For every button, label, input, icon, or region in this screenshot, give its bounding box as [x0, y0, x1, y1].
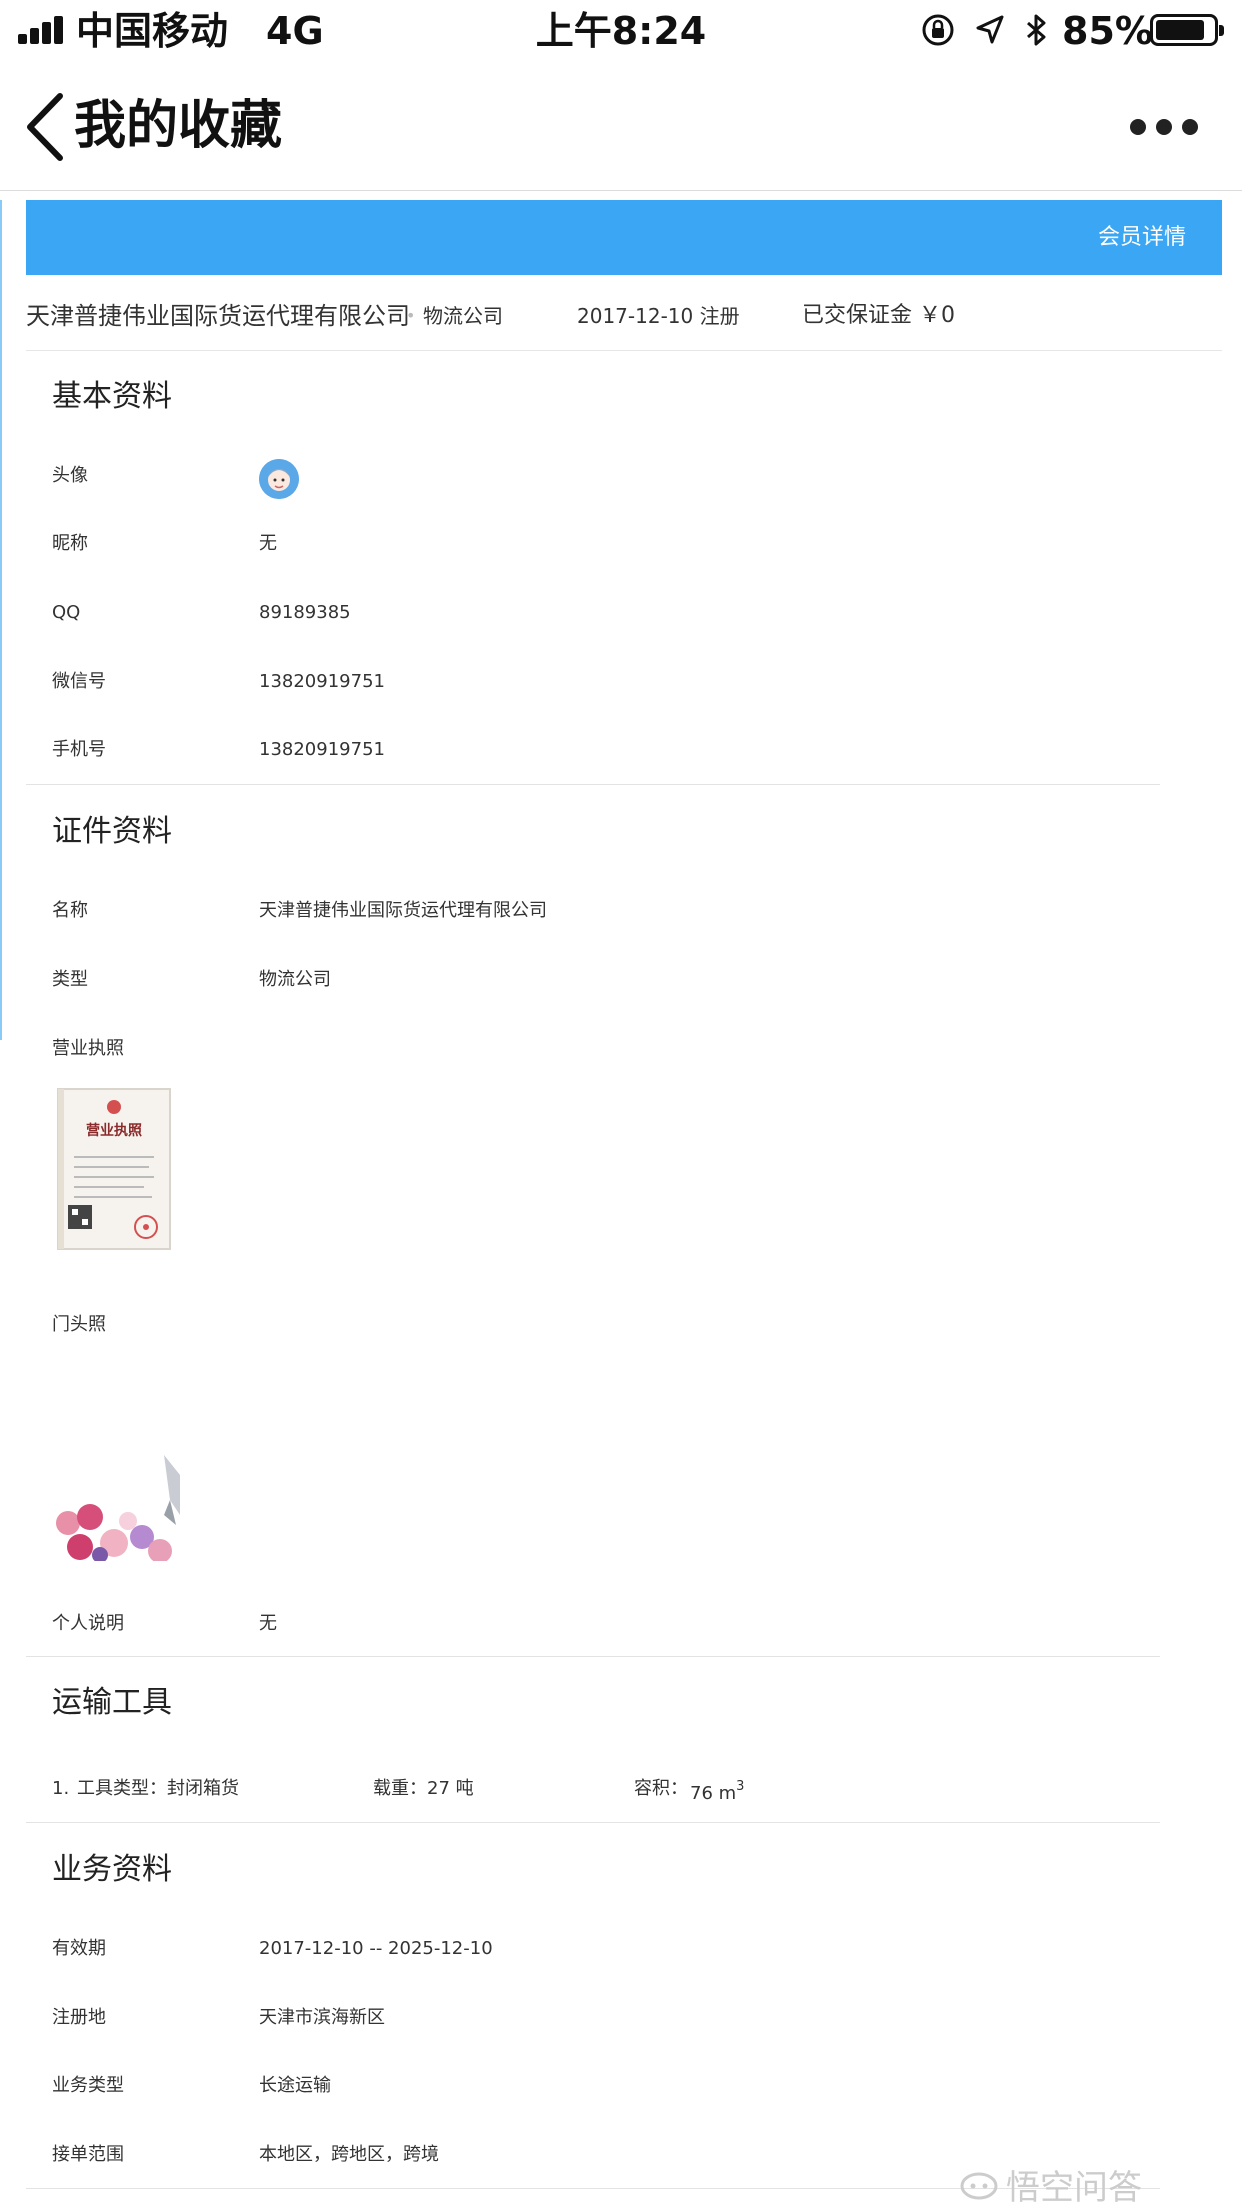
- separator-dot: •: [406, 306, 416, 325]
- location-arrow-icon: [976, 15, 1004, 44]
- business-license-label: 营业执照: [52, 1038, 124, 1059]
- battery-percent: 85%: [1062, 9, 1153, 53]
- vehicle-volume-label: 容积：: [634, 1778, 688, 1799]
- battery-icon: [1150, 14, 1224, 46]
- order-scope-value: 本地区，跨地区，跨境: [259, 2144, 439, 2165]
- cert-type-value: 物流公司: [259, 969, 331, 990]
- page-title: 我的收藏: [74, 96, 283, 156]
- back-chevron-icon[interactable]: [24, 92, 66, 162]
- avatar-person-icon: [259, 459, 299, 499]
- section-divider: [26, 1822, 1160, 1823]
- avatar: [259, 459, 299, 499]
- order-scope-label: 接单范围: [52, 2144, 124, 2165]
- company-name: 天津普捷伟业国际货运代理有限公司: [26, 302, 410, 330]
- registration-date: 2017-12-10 注册: [577, 304, 740, 328]
- vehicle-volume-value: 76 m3: [690, 1779, 745, 1804]
- qq-label: QQ: [52, 602, 81, 623]
- cert-name-label: 名称: [52, 900, 88, 921]
- storefront-photo-image[interactable]: [54, 1455, 180, 1561]
- watermark-text: 悟空问答: [1006, 2168, 1142, 2208]
- section-title-vehicles: 运输工具: [52, 1685, 172, 1720]
- cert-name-value: 天津普捷伟业国际货运代理有限公司: [259, 900, 547, 921]
- wechat-value: 13820919751: [259, 671, 385, 692]
- section-title-business: 业务资料: [52, 1852, 172, 1887]
- member-banner: 会员详情: [26, 200, 1222, 275]
- registered-place-label: 注册地: [52, 2007, 106, 2028]
- section-title-basic-info: 基本资料: [52, 379, 172, 414]
- nickname-label: 昵称: [52, 533, 88, 554]
- company-summary: 天津普捷伟业国际货运代理有限公司 • 物流公司 2017-12-10 注册 已交…: [26, 290, 1222, 351]
- status-time: 上午8:24: [535, 9, 707, 53]
- storefront-photo-label: 门头照: [52, 1314, 106, 1335]
- left-accent-line: [0, 200, 2, 1040]
- qq-value: 89189385: [259, 602, 351, 623]
- business-license-image[interactable]: 营业执照: [54, 1085, 174, 1255]
- svg-text:营业执照: 营业执照: [86, 1122, 142, 1139]
- cert-type-label: 类型: [52, 969, 88, 990]
- nickname-value: 无: [259, 533, 277, 554]
- member-details-link[interactable]: 会员详情: [1098, 200, 1186, 275]
- watermark-chat-icon: [960, 2172, 998, 2200]
- company-type: 物流公司: [423, 304, 503, 328]
- section-title-certificates: 证件资料: [52, 814, 172, 849]
- validity-value: 2017-12-10 -- 2025-12-10: [259, 1938, 493, 1959]
- avatar-label: 头像: [52, 465, 88, 486]
- phone-value: 13820919751: [259, 739, 385, 760]
- vehicle-load: 载重：27 吨: [373, 1778, 474, 1799]
- status-bar: 中国移动 4G 上午8:24 85%: [0, 0, 1242, 62]
- registered-place-value: 天津市滨海新区: [259, 2007, 385, 2028]
- navigation-bar: 我的收藏: [0, 62, 1242, 191]
- vehicle-index: 1.: [52, 1778, 70, 1799]
- vehicle-type: 工具类型：封闭箱货: [77, 1778, 239, 1799]
- bluetooth-icon: [1027, 14, 1046, 46]
- deposit-amount: 已交保证金 ￥0: [802, 303, 955, 328]
- wechat-label: 微信号: [52, 671, 106, 692]
- section-divider: [26, 1656, 1160, 1657]
- business-type-value: 长途运输: [259, 2075, 331, 2096]
- validity-label: 有效期: [52, 1938, 106, 1959]
- personal-note-label: 个人说明: [52, 1613, 124, 1634]
- personal-note-value: 无: [259, 1613, 277, 1634]
- more-options-icon[interactable]: [1130, 117, 1202, 137]
- business-type-label: 业务类型: [52, 2075, 124, 2096]
- phone-label: 手机号: [52, 739, 106, 760]
- orientation-lock-icon: [922, 14, 954, 46]
- section-divider: [26, 784, 1160, 785]
